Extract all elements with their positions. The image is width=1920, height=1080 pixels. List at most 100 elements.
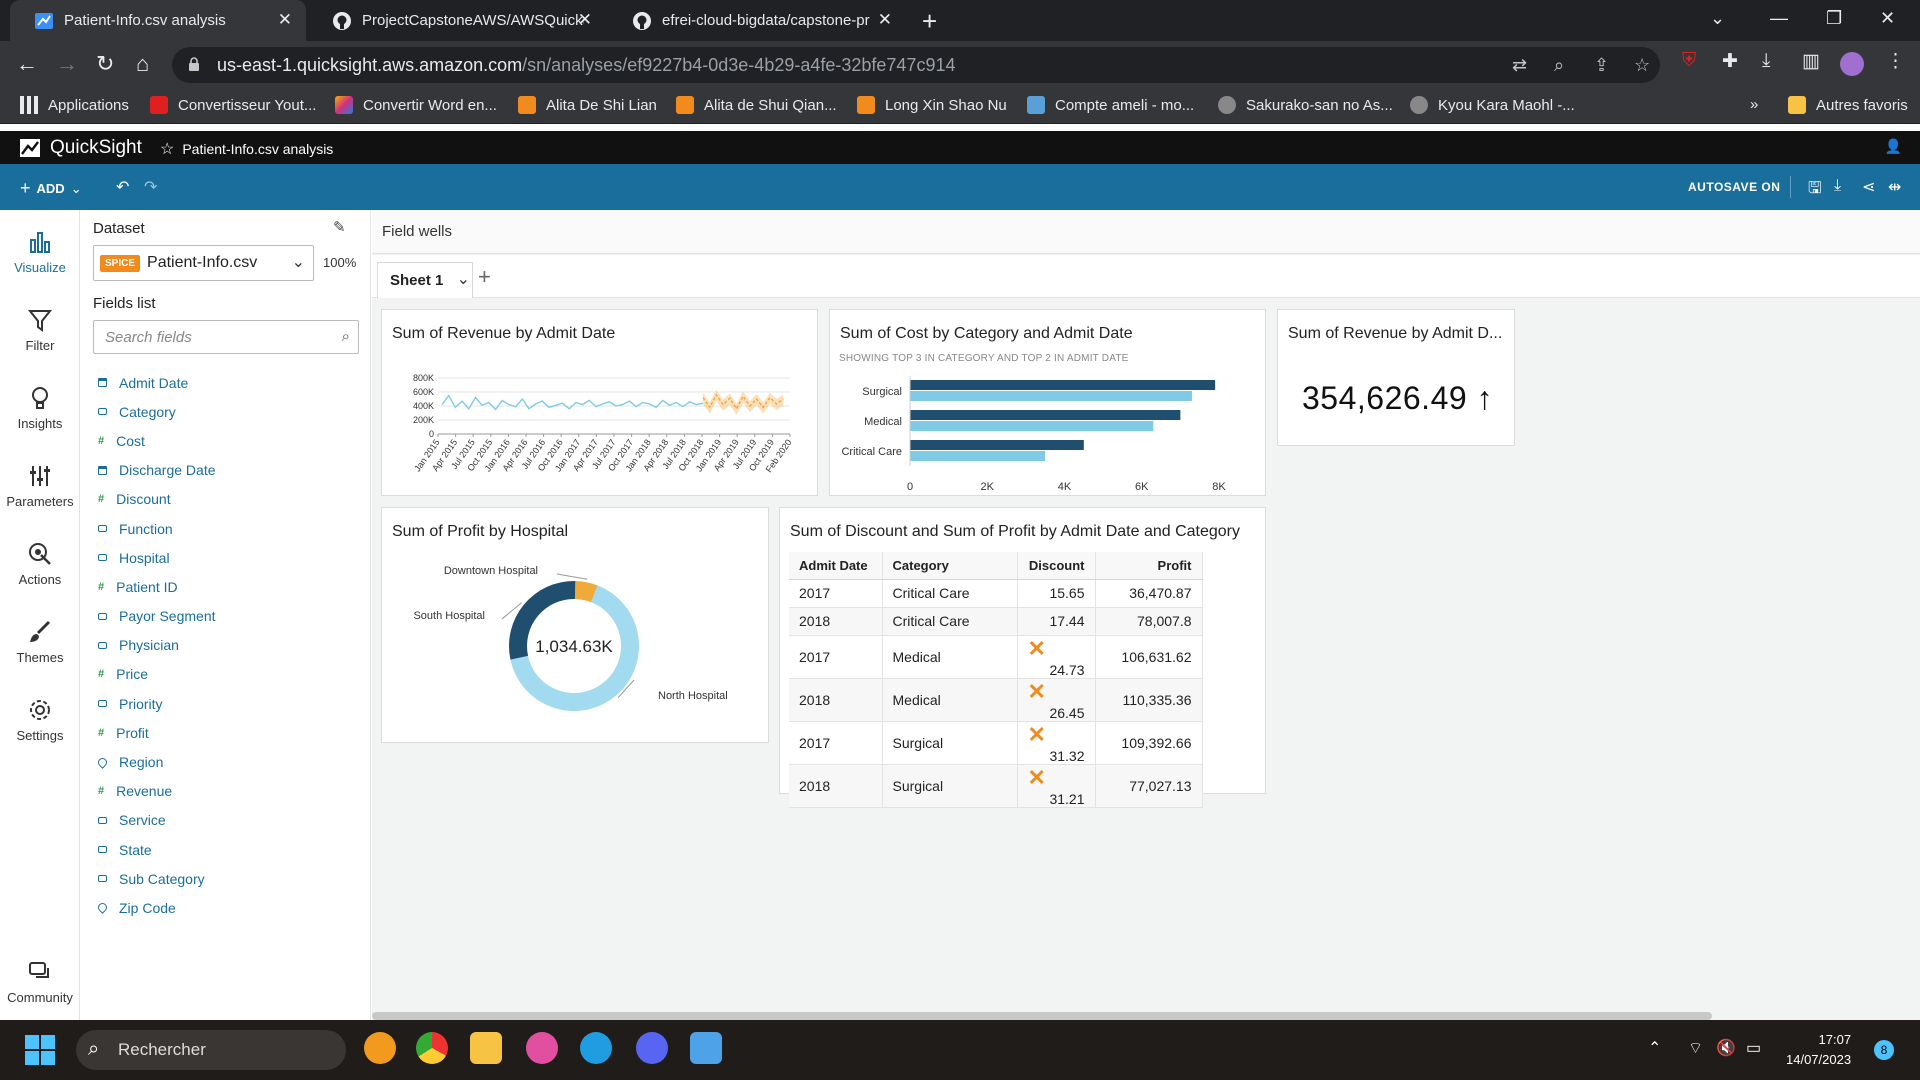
- table-row[interactable]: 2018 Surgical ✕ 31.21 77,027.13: [789, 764, 1203, 808]
- home-icon[interactable]: ⌂: [136, 51, 149, 77]
- rail-community[interactable]: Community: [0, 958, 80, 1005]
- search-icon[interactable]: ⌕: [342, 328, 350, 345]
- visual-cost-by-category[interactable]: Sum of Cost by Category and Admit Date S…: [829, 309, 1266, 496]
- translate-icon[interactable]: ⇄: [1512, 55, 1527, 76]
- column-header[interactable]: Discount: [1017, 552, 1096, 580]
- close-window-icon[interactable]: ✕: [1880, 8, 1895, 29]
- fit-width-icon[interactable]: ⇹: [1888, 177, 1901, 197]
- windows-start-icon[interactable]: [25, 1035, 55, 1065]
- bookmark-sakurako[interactable]: Sakurako-san no As...: [1218, 96, 1393, 114]
- share-icon[interactable]: ⇪: [1594, 55, 1609, 76]
- bookmark-ameli[interactable]: Compte ameli - mo...: [1027, 96, 1194, 114]
- taskbar-clock[interactable]: 17:07 14/07/2023: [1786, 1030, 1851, 1070]
- bookmark-star-icon[interactable]: ☆: [1634, 55, 1650, 76]
- rail-themes[interactable]: Themes: [0, 618, 80, 665]
- bookmark-other-favorites[interactable]: Autres favoris: [1788, 96, 1908, 114]
- search-fields-input[interactable]: [105, 322, 325, 352]
- rail-settings[interactable]: Settings: [0, 696, 80, 743]
- field-item[interactable]: State: [98, 835, 358, 864]
- column-header[interactable]: Profit: [1095, 552, 1203, 580]
- table-row[interactable]: 2018 Medical ✕ 26.45 110,335.36: [789, 678, 1203, 722]
- close-tab-icon[interactable]: ✕: [278, 10, 292, 30]
- chevron-down-icon[interactable]: ⌄: [457, 269, 470, 289]
- field-item[interactable]: # Profit: [98, 718, 358, 747]
- bookmark-kyou-kara[interactable]: Kyou Kara Maohl -...: [1410, 96, 1575, 114]
- table-row[interactable]: 2018 Critical Care 17.44 78,007.8: [789, 607, 1203, 636]
- field-item[interactable]: Priority: [98, 689, 358, 718]
- field-item[interactable]: Physician: [98, 631, 358, 660]
- field-item[interactable]: # Patient ID: [98, 572, 358, 601]
- rail-insights[interactable]: Insights: [0, 384, 80, 431]
- field-item[interactable]: # Cost: [98, 426, 358, 455]
- extensions-puzzle-icon[interactable]: ✚: [1722, 50, 1738, 73]
- zoom-icon[interactable]: ⌕: [1554, 55, 1564, 76]
- notification-badge[interactable]: 8: [1874, 1040, 1894, 1060]
- volume-muted-icon[interactable]: 🔇: [1716, 1038, 1736, 1058]
- bookmark-alita-1[interactable]: Alita De Shi Lian: [518, 96, 657, 114]
- field-item[interactable]: Category: [98, 397, 358, 426]
- close-tab-icon[interactable]: ✕: [878, 10, 892, 30]
- add-sheet-icon[interactable]: +: [478, 264, 491, 290]
- table-row[interactable]: 2017 Critical Care 15.65 36,470.87: [789, 579, 1203, 608]
- bookmark-word-converter[interactable]: Convertir Word en...: [335, 96, 497, 114]
- field-wells[interactable]: Field wells: [372, 210, 1920, 254]
- rail-parameters[interactable]: Parameters: [0, 462, 80, 509]
- favorite-star-icon[interactable]: ☆: [160, 139, 174, 159]
- tab-github-efrei[interactable]: efrei-cloud-bigdata/capstone-pr ✕: [608, 0, 906, 41]
- field-item[interactable]: Payor Segment: [98, 602, 358, 631]
- profile-avatar-icon[interactable]: [1840, 52, 1864, 76]
- tab-search-chevron-icon[interactable]: ⌄: [1710, 8, 1725, 29]
- chrome-icon[interactable]: [416, 1032, 448, 1064]
- undo-icon[interactable]: ↶: [116, 177, 129, 197]
- edit-pencil-icon[interactable]: ✎: [333, 218, 346, 236]
- quicksight-logo[interactable]: QuickSight: [20, 137, 142, 159]
- bookmark-applications[interactable]: Applications: [20, 96, 129, 114]
- restore-icon[interactable]: ❐: [1826, 8, 1842, 29]
- discord-icon[interactable]: [636, 1032, 668, 1064]
- visual-revenue-by-date[interactable]: Sum of Revenue by Admit Date 800K 600K 400…: [381, 309, 818, 496]
- table-row[interactable]: 2017 Surgical ✕ 31.32 109,392.66: [789, 721, 1203, 765]
- analysis-name[interactable]: ☆ Patient-Info.csv analysis: [160, 139, 333, 159]
- taskbar-search[interactable]: ⌕ Rechercher: [76, 1030, 346, 1070]
- address-bar[interactable]: us-east-1.quicksight.aws.amazon.com/sn/a…: [172, 47, 1660, 83]
- reload-icon[interactable]: ↻: [96, 51, 114, 77]
- field-item[interactable]: Service: [98, 806, 358, 835]
- field-item[interactable]: Discharge Date: [98, 456, 358, 485]
- sheet-tab[interactable]: Sheet 1 ⌄: [377, 262, 473, 298]
- rail-visualize[interactable]: Visualize: [0, 228, 80, 275]
- field-item[interactable]: Function: [98, 514, 358, 543]
- field-item[interactable]: Region: [96, 747, 358, 776]
- dataset-dropdown[interactable]: SPICE Patient-Info.csv ⌄: [93, 245, 314, 281]
- field-item[interactable]: Admit Date: [98, 368, 358, 397]
- column-header[interactable]: Admit Date: [789, 552, 883, 580]
- minimize-icon[interactable]: —: [1770, 8, 1788, 29]
- bookmark-youtube-converter[interactable]: Convertisseur Yout...: [150, 96, 316, 114]
- horizontal-scrollbar[interactable]: [372, 1012, 1712, 1020]
- side-panel-icon[interactable]: ▥: [1802, 50, 1820, 73]
- add-button[interactable]: + ADD ⌄: [20, 178, 82, 199]
- share-icon[interactable]: ⋖: [1862, 177, 1875, 197]
- edge-icon[interactable]: [580, 1032, 612, 1064]
- download-icon[interactable]: ⤓: [1762, 50, 1770, 72]
- tab-github-project[interactable]: ProjectCapstoneAWS/AWSQuickS ✕: [308, 0, 606, 41]
- field-item[interactable]: # Price: [98, 660, 358, 689]
- autosave-status[interactable]: AUTOSAVE ON: [1688, 180, 1780, 194]
- visual-profit-by-hospital[interactable]: Sum of Profit by Hospital Downtown Hospi…: [381, 507, 769, 743]
- field-item[interactable]: # Revenue: [98, 777, 358, 806]
- save-icon[interactable]: 🖫: [1808, 177, 1822, 204]
- itunes-icon[interactable]: [526, 1032, 558, 1064]
- rail-filter[interactable]: Filter: [0, 306, 80, 353]
- tab-quicksight-analysis[interactable]: Patient-Info.csv analysis ✕: [10, 0, 306, 41]
- rail-actions[interactable]: Actions: [0, 540, 80, 587]
- chrome-menu-icon[interactable]: ⋮: [1886, 50, 1905, 73]
- new-tab-plus-icon[interactable]: +: [922, 6, 937, 37]
- visual-revenue-kpi[interactable]: Sum of Revenue by Admit D... 354,626.49 …: [1277, 309, 1515, 446]
- bookmark-long-xin[interactable]: Long Xin Shao Nu: [857, 96, 1007, 114]
- field-item[interactable]: Zip Code: [96, 893, 358, 922]
- table-row[interactable]: 2017 Medical ✕ 24.73 106,631.62: [789, 635, 1203, 679]
- field-item[interactable]: Hospital: [98, 543, 358, 572]
- close-tab-icon[interactable]: ✕: [578, 10, 592, 30]
- field-item[interactable]: Sub Category: [98, 864, 358, 893]
- bookmarks-overflow-button[interactable]: »: [1750, 96, 1758, 113]
- back-arrow-icon[interactable]: ←: [16, 51, 38, 77]
